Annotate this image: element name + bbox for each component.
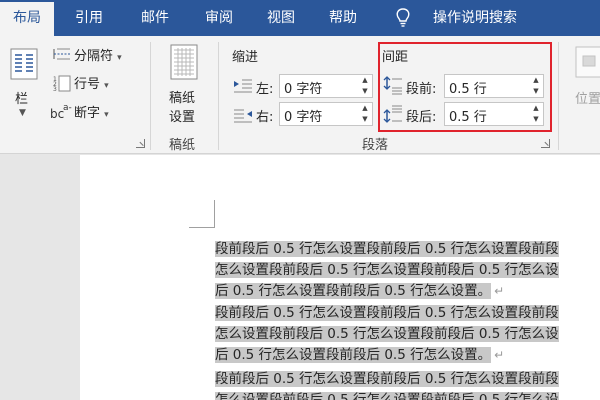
hyphenation-icon: bc a- [50,103,72,120]
text-line: 怎么设置段前段后 0.5 行怎么设置段前段后 0.5 行怎么设 [215,326,559,342]
ribbon-tab-bar: 布局 引用 邮件 审阅 视图 帮助 操作说明搜索 [0,0,600,36]
manuscript-icon[interactable] [170,44,198,80]
indent-title: 缩进 [232,50,259,65]
paragraph[interactable]: 段前段后 0.5 行怎么设置段前段后 0.5 行怎么设置段前段 怎么设置段前段后… [215,239,559,302]
lightbulb-icon [396,8,410,27]
columns-dropdown-icon[interactable]: ▼ [19,108,26,118]
tab-mailings[interactable]: 邮件 [128,0,182,36]
spacing-highlight-box [378,42,552,132]
indent-right-icon [234,109,252,123]
paragraph-mark-icon: ↵ [494,348,505,362]
ribbon-divider [150,42,151,150]
indent-left-value: 0 字符 [284,82,323,97]
text-line: 后 0.5 行怎么设置段前段后 0.5 行怎么设置。 [215,347,492,363]
columns-label: 栏 [15,92,29,107]
tab-help[interactable]: 帮助 [316,0,370,36]
page-setup-launcher-icon[interactable] [136,139,145,148]
indent-left-spinner[interactable]: 0 字符 ▲ ▼ [279,74,373,98]
paragraph-group-label: 段落 [362,138,389,153]
indent-right-label: 右: [256,110,274,125]
indent-right-value: 0 字符 [284,110,323,125]
svg-text:a-: a- [63,103,72,113]
manuscript-group-label: 稿纸 [169,138,196,153]
text-line: 后 0.5 行怎么设置段前段后 0.5 行怎么设置。 [215,283,492,299]
tab-view[interactable]: 视图 [254,0,308,36]
tab-review[interactable]: 审阅 [192,0,246,36]
crop-mark [214,200,215,227]
line-numbers-label: 行号 [74,77,101,92]
indent-left-label: 左: [256,82,274,97]
columns-icon[interactable] [10,48,38,80]
spinner-arrows-icon[interactable]: ▲ ▼ [361,103,369,125]
breaks-label: 分隔符 [74,49,114,64]
paragraph-mark-icon: ↵ [494,284,505,298]
hyphenation-button[interactable]: 断字 ▾ [74,102,109,121]
breaks-icon [53,48,70,60]
text-line: 怎么设置段前段后 0.5 行怎么设置段前段后 0.5 行怎么设 [215,392,559,400]
position-icon[interactable] [575,46,600,78]
line-numbers-icon: 1 2 3 [53,75,71,92]
hyphenation-label: 断字 [74,106,101,121]
spinner-arrows-icon[interactable]: ▲ ▼ [361,75,369,97]
paragraph[interactable]: 段前段后 0.5 行怎么设置段前段后 0.5 行怎么设置段前段 怎么设置段前段后… [215,303,559,366]
text-line: 段前段后 0.5 行怎么设置段前段后 0.5 行怎么设置段前段 [215,305,559,321]
indent-left-icon [234,79,252,93]
text-line: 段前段后 0.5 行怎么设置段前段后 0.5 行怎么设置段前段 [215,371,559,387]
ribbon-divider [218,42,219,150]
tab-layout[interactable]: 布局 [0,2,54,36]
tab-references[interactable]: 引用 [62,0,116,36]
manuscript-button-line2[interactable]: 设置 [169,106,195,125]
manuscript-button-line1[interactable]: 稿纸 [169,87,195,106]
svg-text:3: 3 [53,86,57,92]
line-numbers-button[interactable]: 行号 ▾ [74,73,109,92]
paragraph[interactable]: 段前段后 0.5 行怎么设置段前段后 0.5 行怎么设置段前段 怎么设置段前段后… [215,369,559,400]
paragraph-launcher-icon[interactable] [541,139,550,148]
tell-me-search[interactable]: 操作说明搜索 [425,0,525,36]
indent-right-spinner[interactable]: 0 字符 ▲ ▼ [279,102,373,126]
crop-mark [189,227,215,228]
position-label[interactable]: 位置 [575,88,600,107]
breaks-button[interactable]: 分隔符 ▾ [74,45,122,64]
text-line: 段前段后 0.5 行怎么设置段前段后 0.5 行怎么设置段前段 [215,241,559,257]
ribbon-divider [558,42,559,150]
text-line: 怎么设置段前段后 0.5 行怎么设置段前段后 0.5 行怎么设 [215,262,559,278]
